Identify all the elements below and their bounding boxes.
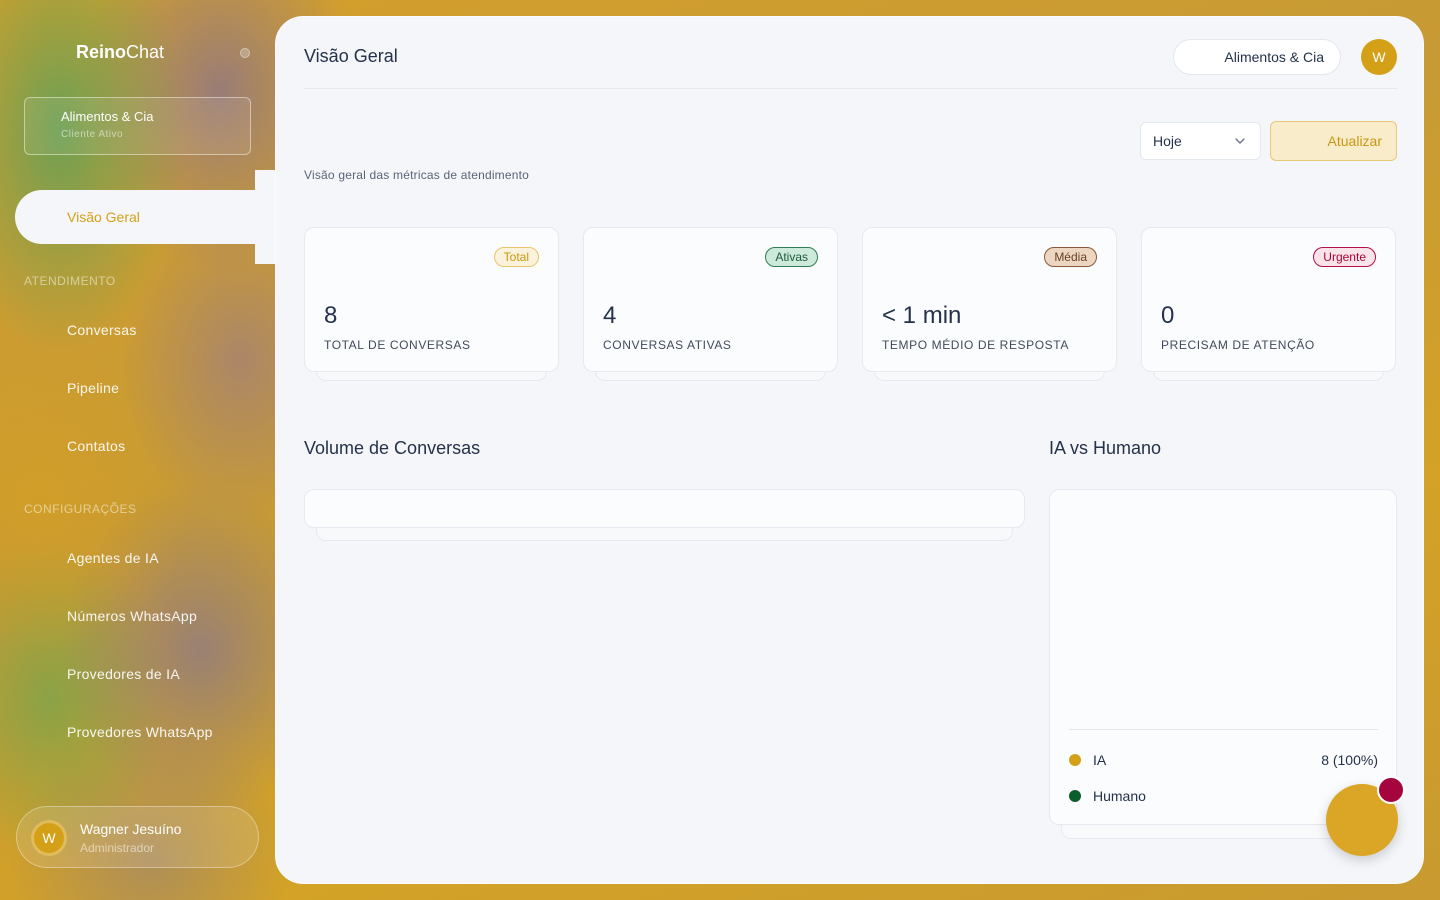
header-avatar[interactable]: W [1361,39,1397,75]
sidebar: ReinoChat Alimentos & Cia Cliente Ativo … [0,0,275,900]
legend-dot [1069,754,1081,766]
legend-name: Humano [1093,788,1146,804]
sidebar-item-provedores-whatsapp[interactable]: Provedores WhatsApp [67,724,213,740]
user-role: Administrador [80,841,155,855]
page-title: Visão Geral [304,46,398,66]
stat-value: 0 [1161,302,1175,329]
user-card[interactable]: W Wagner Jesuíno Administrador [16,806,259,868]
user-name: Wagner Jesuíno [80,821,182,837]
refresh-button[interactable]: Atualizar [1270,121,1397,161]
stat-badge: Total [493,247,539,267]
stat-badge: Urgente [1313,247,1376,267]
stat-card-urgente: Urgente 0 PRECISAM DE ATENÇÃO [1141,227,1396,372]
notification-badge [1377,776,1405,804]
sidebar-item-contatos[interactable]: Contatos [67,438,125,454]
stat-card-total: Total 8 TOTAL DE CONVERSAS [304,227,559,372]
stat-value: 8 [324,302,338,329]
section-label-configuracoes: CONFIGURAÇÕES [24,502,137,516]
stat-label: TEMPO MÉDIO DE RESPOSTA [882,338,1069,352]
stat-badge: Média [1044,247,1097,267]
brand-logo[interactable]: ReinoChat [76,42,164,63]
stat-card-media: Média < 1 min TEMPO MÉDIO DE RESPOSTA [862,227,1117,372]
page-subtitle: Visão geral das métricas de atendimento [304,168,530,182]
client-selector[interactable]: Alimentos & Cia Cliente Ativo [24,97,251,155]
nav-active-corner-top [255,170,275,190]
stat-label: PRECISAM DE ATENÇÃO [1161,338,1315,352]
period-select-value: Hoje [1153,133,1182,149]
ia-vs-humano-chart: IA 8 (100%) Humano 0 [1049,489,1397,825]
sidebar-item-visao-geral[interactable]: Visão Geral [15,190,275,244]
period-select[interactable]: Hoje [1140,122,1261,160]
stat-label: TOTAL DE CONVERSAS [324,338,471,352]
sidebar-item-numeros-whatsapp[interactable]: Números WhatsApp [67,608,197,624]
stat-card-ativas: Ativas 4 CONVERSAS ATIVAS [583,227,838,372]
legend-item-ia: IA 8 (100%) [1069,750,1378,770]
legend-name: IA [1093,752,1107,768]
header-divider [304,88,1397,89]
nav-active-background [15,190,275,244]
sidebar-item-agentes-de-ia[interactable]: Agentes de IA [67,550,159,566]
ia-vs-humano-title: IA vs Humano [1049,438,1162,458]
collapse-sidebar-button[interactable] [240,48,250,58]
stat-value: < 1 min [882,302,962,329]
stat-value: 4 [603,302,617,329]
legend-dot [1069,790,1081,802]
user-avatar: W [31,820,67,856]
header-client-selector[interactable]: Alimentos & Cia [1173,39,1341,75]
chevron-down-icon [1235,138,1245,144]
section-label-atendimento: ATENDIMENTO [24,274,116,288]
nav-active-corner-bottom [255,244,275,264]
volume-chart [304,489,1025,528]
sidebar-item-conversas[interactable]: Conversas [67,322,137,338]
sidebar-item-provedores-de-ia[interactable]: Provedores de IA [67,666,180,682]
legend-divider [1069,729,1378,730]
client-name: Alimentos & Cia [61,109,154,124]
client-status: Cliente Ativo [61,129,124,140]
sidebar-item-pipeline[interactable]: Pipeline [67,380,119,396]
legend-value: 8 (100%) [1321,752,1378,768]
stat-badge: Ativas [765,247,818,267]
stat-label: CONVERSAS ATIVAS [603,338,732,352]
volume-title: Volume de Conversas [304,438,481,458]
main-panel: Visão Geral Alimentos & Cia W Hoje Atual… [275,16,1424,884]
sidebar-item-label: Visão Geral [67,209,140,225]
